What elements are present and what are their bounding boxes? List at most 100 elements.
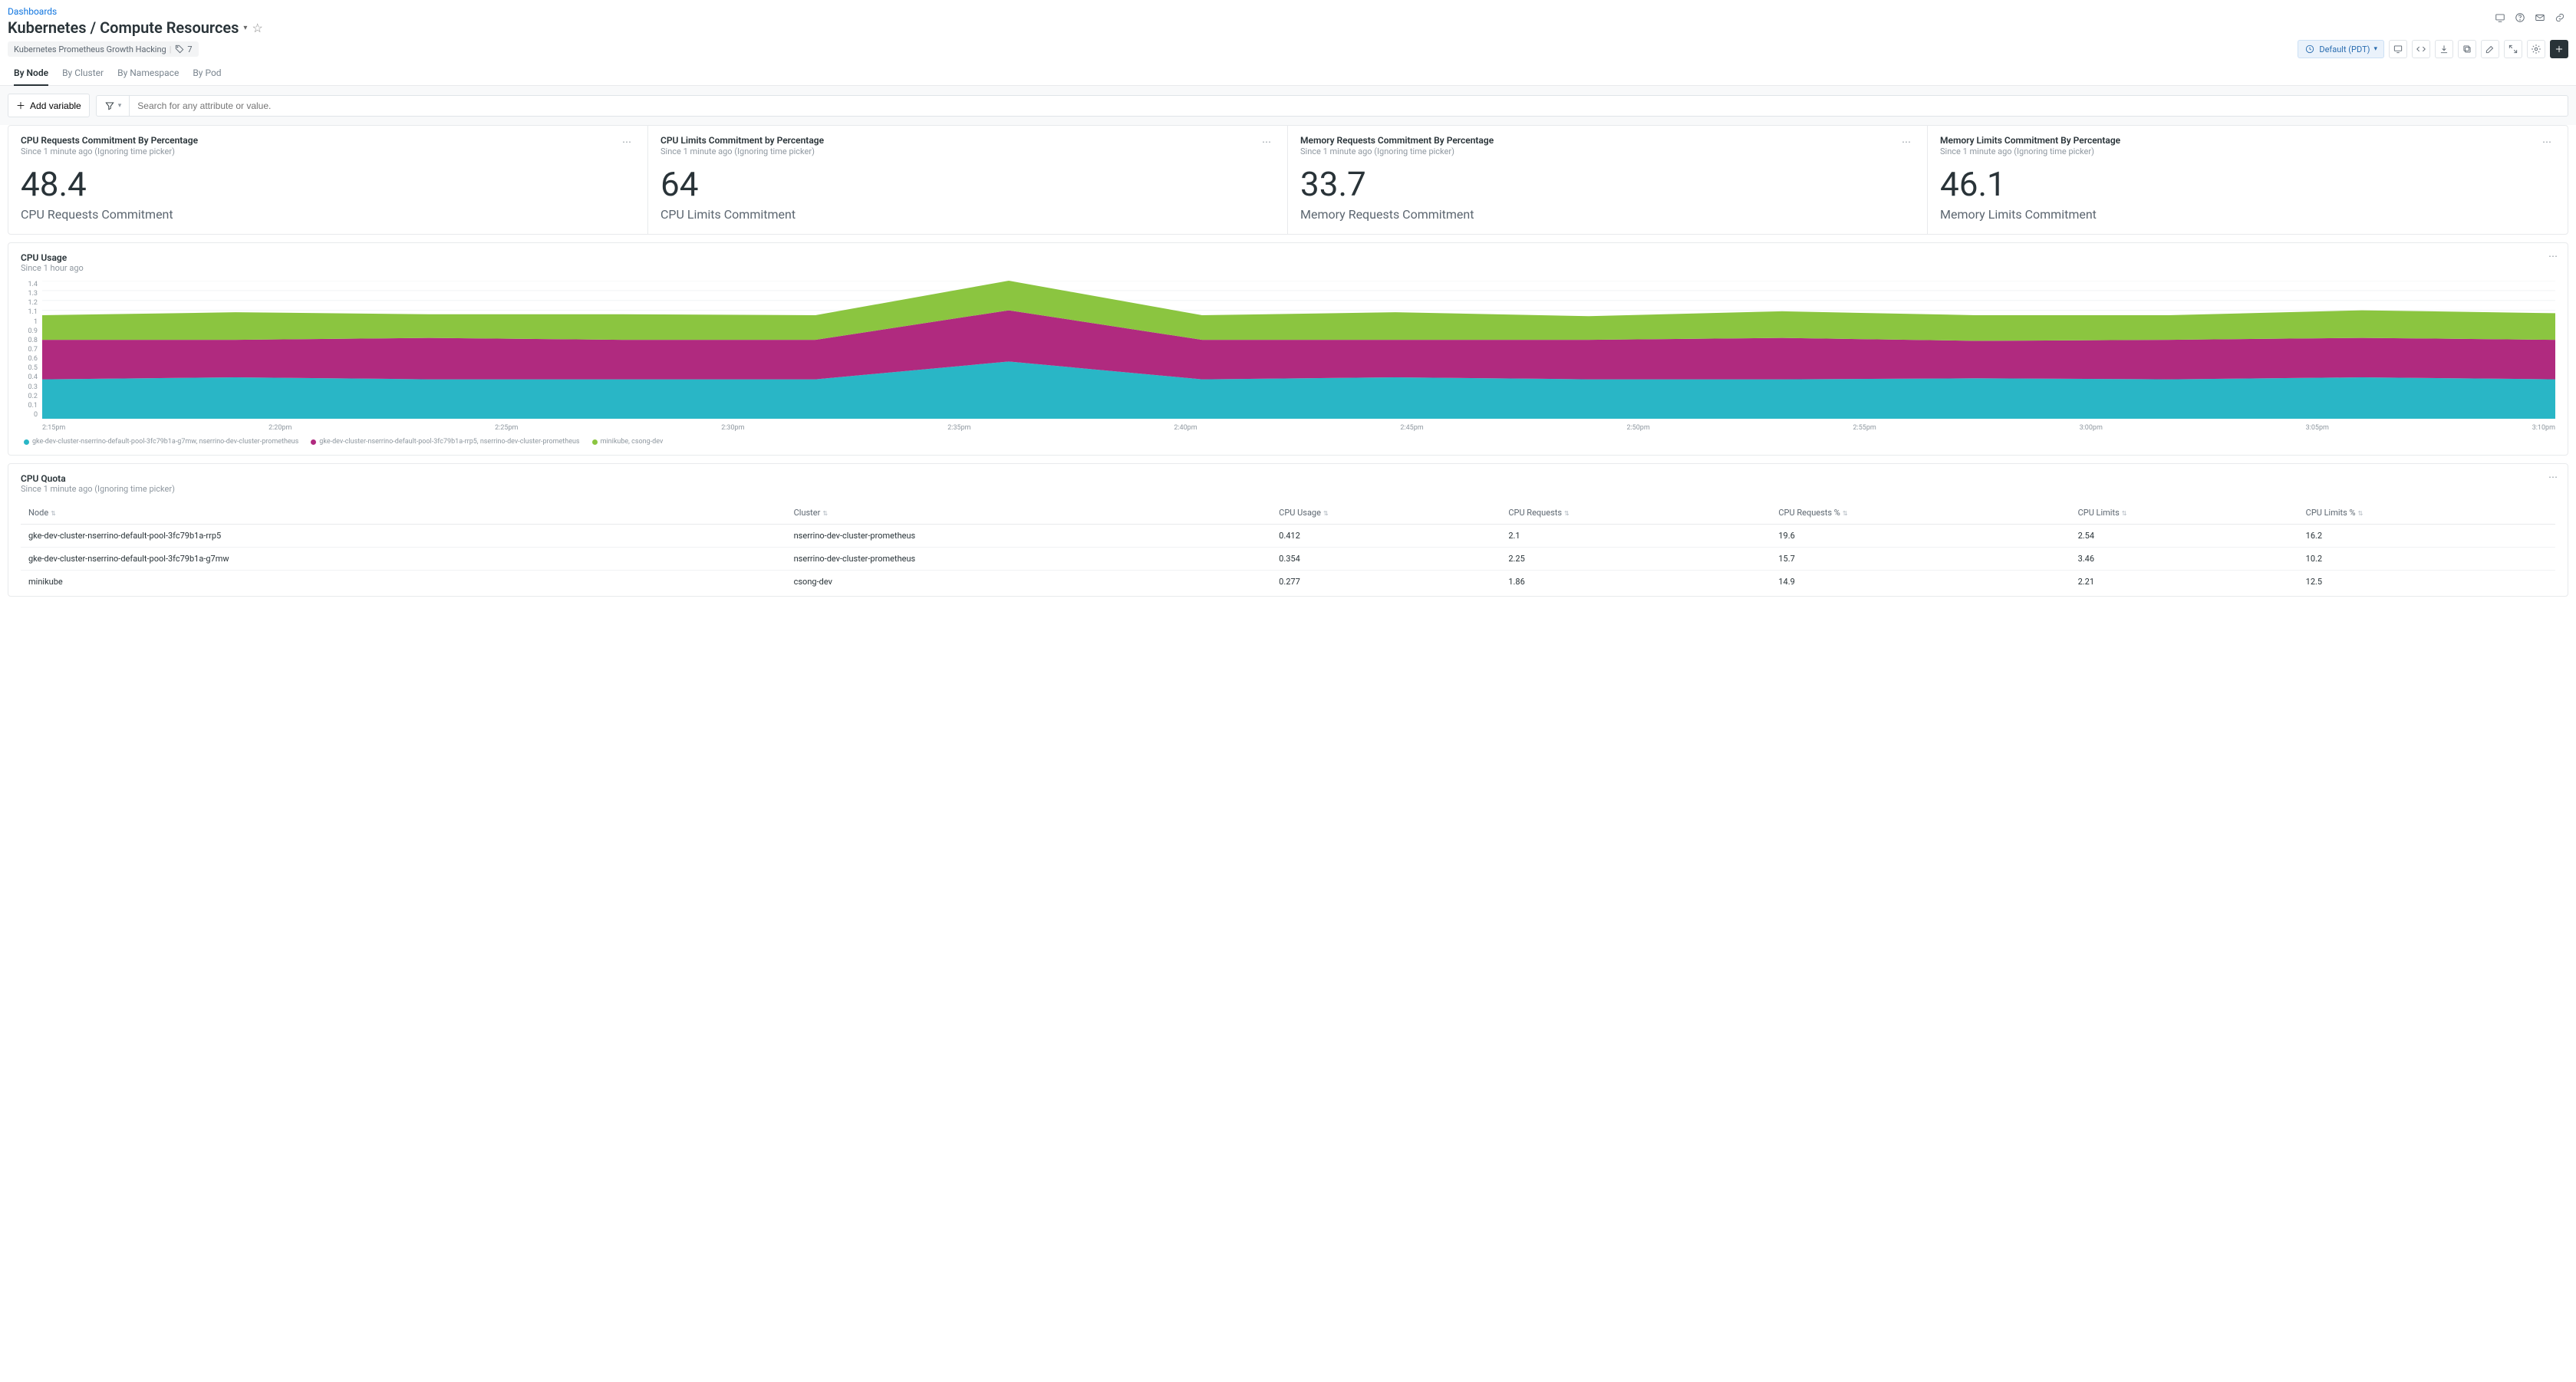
tab-by-node[interactable]: By Node (14, 63, 48, 86)
table-cell: 0.412 (1271, 525, 1500, 548)
time-picker[interactable]: Default (PDT) ▾ (2298, 40, 2384, 58)
table-header[interactable]: CPU Limits %⇅ (2298, 502, 2555, 525)
plus-icon: ＋ (16, 99, 25, 112)
table-header[interactable]: Cluster⇅ (786, 502, 1272, 525)
legend-dot-icon (24, 439, 29, 445)
filter-icon[interactable]: ▾ (96, 95, 130, 117)
y-tick: 1.2 (21, 299, 38, 307)
tv-icon[interactable] (2492, 9, 2508, 26)
y-tick: 1.4 (21, 281, 38, 288)
kpi-value: 48.4 (21, 167, 635, 201)
y-tick: 1.3 (21, 290, 38, 298)
kpi-title: CPU Limits Commitment by Percentage (660, 135, 824, 146)
table-cell: minikube (21, 571, 786, 594)
tag-count: 7 (187, 44, 192, 54)
table-cell: 1.86 (1500, 571, 1771, 594)
more-icon[interactable]: ⋯ (1899, 135, 1915, 149)
legend-item[interactable]: minikube, csong-dev (592, 438, 664, 446)
kpi-label: Memory Requests Commitment (1300, 207, 1915, 222)
y-tick: 0.5 (21, 364, 38, 372)
legend-dot-icon (311, 439, 316, 445)
table-cell: 3.46 (2070, 548, 2298, 571)
table-cell: nserrino-dev-cluster-prometheus (786, 548, 1272, 571)
search-input[interactable] (129, 95, 2568, 117)
expand-icon[interactable] (2504, 40, 2522, 58)
tab-by-pod[interactable]: By Pod (193, 63, 221, 86)
kpi-sub: Since 1 minute ago (Ignoring time picker… (21, 146, 198, 156)
x-tick: 2:20pm (268, 424, 292, 432)
table-cell: 2.21 (2070, 571, 2298, 594)
x-tick: 2:50pm (1626, 424, 1649, 432)
panel-title: CPU Quota (21, 473, 2555, 484)
kpi-label: Memory Limits Commitment (1940, 207, 2555, 222)
tab-by-namespace[interactable]: By Namespace (117, 63, 179, 86)
cpu-quota-panel: ⋯ CPU Quota Since 1 minute ago (Ignoring… (8, 463, 2568, 597)
x-tick: 2:35pm (947, 424, 970, 432)
legend-label: gke-dev-cluster-nserrino-default-pool-3f… (32, 438, 298, 446)
x-tick: 3:05pm (2306, 424, 2329, 432)
table-cell: gke-dev-cluster-nserrino-default-pool-3f… (21, 548, 786, 571)
breadcrumb[interactable]: Dashboards (8, 6, 57, 17)
table-header[interactable]: CPU Usage⇅ (1271, 502, 1500, 525)
table-cell: 10.2 (2298, 548, 2555, 571)
table-cell: 0.277 (1271, 571, 1500, 594)
table-row[interactable]: minikubecsong-dev0.2771.8614.92.2112.5 (21, 571, 2555, 594)
table-row[interactable]: gke-dev-cluster-nserrino-default-pool-3f… (21, 548, 2555, 571)
edit-icon[interactable] (2481, 40, 2499, 58)
x-tick: 2:30pm (721, 424, 744, 432)
more-icon[interactable]: ⋯ (619, 135, 635, 149)
table-row[interactable]: gke-dev-cluster-nserrino-default-pool-3f… (21, 525, 2555, 548)
legend-item[interactable]: gke-dev-cluster-nserrino-default-pool-3f… (24, 438, 298, 446)
table-header[interactable]: CPU Limits⇅ (2070, 502, 2298, 525)
add-variable-button[interactable]: ＋ Add variable (8, 94, 90, 117)
project-chip[interactable]: Kubernetes Prometheus Growth Hacking | 7 (8, 41, 199, 57)
legend-label: gke-dev-cluster-nserrino-default-pool-3f… (319, 438, 579, 446)
add-button[interactable] (2550, 40, 2568, 58)
y-tick: 0.8 (21, 337, 38, 344)
table-cell: gke-dev-cluster-nserrino-default-pool-3f… (21, 525, 786, 548)
kpi-title: Memory Requests Commitment By Percentage (1300, 135, 1494, 146)
tab-by-cluster[interactable]: By Cluster (62, 63, 104, 86)
more-icon[interactable]: ⋯ (2548, 472, 2558, 482)
gear-icon[interactable] (2527, 40, 2545, 58)
cpu-usage-panel: ⋯ CPU Usage Since 1 hour ago 1.41.31.21.… (8, 242, 2568, 456)
mail-icon[interactable] (2532, 9, 2548, 26)
more-icon[interactable]: ⋯ (2548, 251, 2558, 262)
more-icon[interactable]: ⋯ (1259, 135, 1275, 149)
table-cell: 19.6 (1771, 525, 2070, 548)
chevron-down-icon: ▾ (2373, 45, 2377, 53)
x-axis: 2:15pm2:20pm2:25pm2:30pm2:35pm2:40pm2:45… (21, 421, 2555, 432)
legend-dot-icon (592, 439, 598, 445)
help-icon[interactable] (2512, 9, 2528, 26)
y-tick: 1.1 (21, 308, 38, 316)
kpi-value: 33.7 (1300, 167, 1915, 201)
kpi-sub: Since 1 minute ago (Ignoring time picker… (1940, 146, 2120, 156)
clock-icon (2304, 44, 2315, 54)
chart-series (42, 281, 2555, 341)
cpu-quota-table: Node⇅Cluster⇅CPU Usage⇅CPU Requests⇅CPU … (21, 502, 2555, 593)
x-tick: 2:55pm (1853, 424, 1876, 432)
code-icon[interactable] (2412, 40, 2430, 58)
more-icon[interactable]: ⋯ (2539, 135, 2555, 149)
y-tick: 0.2 (21, 393, 38, 400)
kpi-label: CPU Limits Commitment (660, 207, 1275, 222)
table-header[interactable]: CPU Requests⇅ (1500, 502, 1771, 525)
copy-icon[interactable] (2458, 40, 2476, 58)
monitor-icon[interactable] (2389, 40, 2407, 58)
legend-item[interactable]: gke-dev-cluster-nserrino-default-pool-3f… (311, 438, 579, 446)
chevron-down-icon[interactable]: ▾ (243, 24, 247, 32)
time-picker-label: Default (PDT) (2319, 44, 2370, 54)
download-icon[interactable] (2435, 40, 2453, 58)
link-icon[interactable] (2551, 9, 2568, 26)
table-header[interactable]: Node⇅ (21, 502, 786, 525)
kpi-title: Memory Limits Commitment By Percentage (1940, 135, 2120, 146)
star-icon[interactable]: ☆ (252, 21, 262, 35)
y-tick: 0.7 (21, 346, 38, 354)
panel-sub: Since 1 minute ago (Ignoring time picker… (21, 484, 2555, 494)
kpi-cpu-limits: CPU Limits Commitment by Percentage Sinc… (648, 126, 1288, 234)
table-cell: nserrino-dev-cluster-prometheus (786, 525, 1272, 548)
table-header[interactable]: CPU Requests %⇅ (1771, 502, 2070, 525)
kpi-value: 46.1 (1940, 167, 2555, 201)
kpi-label: CPU Requests Commitment (21, 207, 635, 222)
page-title[interactable]: Kubernetes / Compute Resources (8, 18, 239, 37)
